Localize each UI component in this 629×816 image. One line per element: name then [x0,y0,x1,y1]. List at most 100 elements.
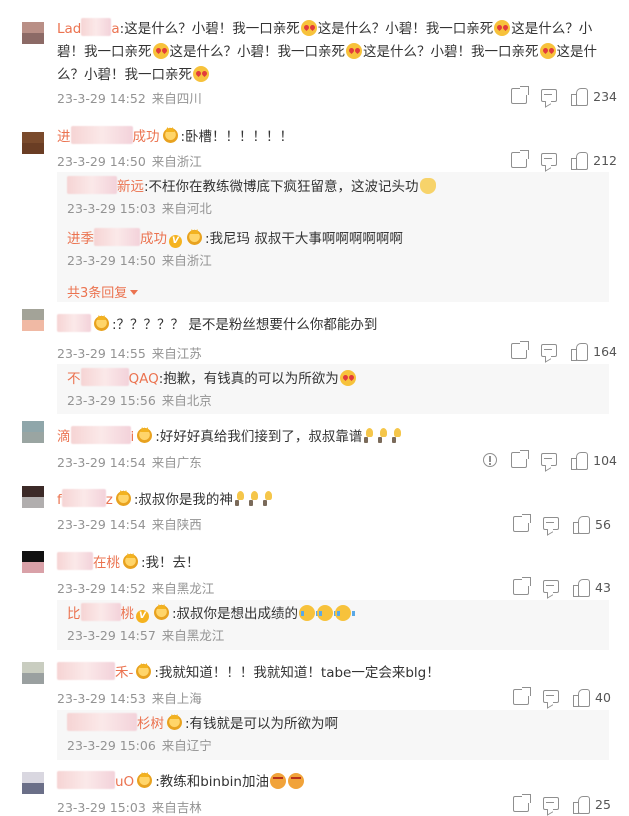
avatar[interactable] [22,421,44,443]
reply-username[interactable]: 新远 [67,176,144,195]
comment-icon[interactable] [543,689,559,703]
like-count: 164 [593,343,617,359]
share-icon[interactable] [511,341,530,359]
reply-block: 杉树 :有钱就是可以为所欲为啊 23-3-29 15:06 来自辽宁 [57,710,609,760]
heart-eyes-emoji-icon [494,20,511,36]
avatar[interactable] [22,309,44,331]
share-icon[interactable] [513,687,531,705]
like-icon[interactable] [573,796,590,814]
comment-date: 23-3-29 14:54 [57,517,146,532]
reply-meta: 23-3-29 15:03 来自河北 [67,198,601,220]
reply-meta: 23-3-29 15:06 来自辽宁 [67,735,601,757]
share-icon[interactable] [511,86,530,104]
like-icon[interactable] [571,343,589,361]
username[interactable]: 滴i [57,426,134,445]
comment-icon[interactable] [543,516,559,530]
fighting-emoji-icon [288,773,304,789]
avatar[interactable] [22,22,44,44]
comment-body: :我！去！ [141,555,200,571]
comment-location: 来自黑龙江 [151,581,215,596]
comment-text: 在桃 :我！去！ [57,552,609,575]
avatar[interactable] [22,132,44,154]
thumbs-up-emoji-icon [234,491,246,507]
reply-username[interactable]: 杉树 [67,713,164,732]
like-icon[interactable] [571,152,589,170]
reply-text: :我尼玛 叔叔干大事啊啊啊啊啊啊 [205,231,403,247]
comment-icon[interactable] [541,88,558,102]
fan-badge-icon [162,128,178,143]
like-icon[interactable] [573,579,590,597]
reply-date: 23-3-29 14:57 [67,628,156,643]
username[interactable]: 进成功 [57,126,160,145]
comment-icon[interactable] [541,452,558,466]
avatar[interactable] [22,662,44,684]
comment-icon[interactable] [543,579,559,593]
username[interactable]: 在桃 [57,552,120,571]
reply-block: 比桃 V:叔叔你是想出成绩的 23-3-29 14:57 来自黑龙江 [57,600,609,650]
like-icon[interactable] [573,516,590,534]
fan-badge-icon [137,428,153,443]
username[interactable]: uO [57,771,134,790]
comment-body: :教练和binbin加油 [155,774,269,790]
comment-meta: 23-3-29 15:03 来自吉林 [57,797,208,816]
like-icon[interactable] [573,689,590,707]
like-count: 56 [595,516,611,532]
reply-date: 23-3-29 15:03 [67,201,156,216]
comment-icon[interactable] [541,152,558,166]
comment-body: :？？？？？ 是不是粉丝想要什么你都能办到 [112,317,378,333]
avatar[interactable] [22,772,44,794]
avatar[interactable] [22,551,44,573]
crying-emoji-icon [317,605,338,621]
reply: 不 QAQ:抱歉，有钱真的可以为所欲为 23-3-29 15:56 来自北京 [67,368,601,412]
comment-meta: 23-3-29 14:50 来自浙江 [57,151,208,170]
comment-text: 滴 i:好好好真给我们接到了，叔叔靠谱 [57,426,609,449]
like-icon[interactable] [571,88,589,106]
comment-location: 来自上海 [151,691,202,706]
thumbs-up-emoji-icon [377,428,389,444]
share-icon[interactable] [513,577,531,595]
username[interactable]: fz [57,489,113,508]
reply-username[interactable]: 进季 成功 [67,228,167,247]
reply-username[interactable]: 不 QAQ [67,368,159,387]
report-icon[interactable] [483,453,498,467]
comment-actions: 56 [499,514,617,534]
reply-location: 来自黑龙江 [161,628,225,643]
fighting-emoji-icon [270,773,286,789]
like-count: 25 [595,796,611,812]
fan-badge-icon [123,554,138,569]
reply-username[interactable]: 比桃 [67,603,134,622]
reply-text: :不枉你在教练微博底下疯狂留意，这波记头功 [144,179,419,195]
like-count: 104 [593,452,617,468]
avatar[interactable] [22,486,44,508]
comment-location: 来自广东 [151,455,202,470]
comment-meta: 23-3-29 14:53 来自上海 [57,688,208,707]
reply-text: :叔叔你是想出成绩的 [172,606,299,622]
like-icon[interactable] [571,452,589,470]
comment-date: 23-3-29 14:52 [57,91,146,106]
comment-actions: 212 [497,150,617,170]
like-count: 43 [595,579,611,595]
thumbs-up-emoji-icon [262,491,274,507]
username[interactable]: 禾- [57,662,133,681]
reply-date: 23-3-29 14:50 [67,253,156,268]
username[interactable]: Lad a [57,18,120,37]
share-icon[interactable] [513,794,531,812]
fan-badge-icon [137,773,153,788]
comment-date: 23-3-29 14:52 [57,581,146,596]
fan-badge-icon [167,715,182,730]
verified-icon: V [169,235,182,248]
comment-icon[interactable] [543,796,559,810]
share-icon[interactable] [511,450,530,468]
more-replies-link[interactable]: 共3条回复 [67,282,138,301]
share-icon[interactable] [513,514,531,532]
comment-text: 进成功:卧槽！！！！！！ [57,126,609,149]
comment-actions: 40 [499,687,617,707]
share-icon[interactable] [511,150,530,168]
username[interactable] [57,314,91,333]
comment-icon[interactable] [541,343,558,357]
comment-location: 来自四川 [151,91,202,106]
reply-meta: 23-3-29 15:56 来自北京 [67,390,601,412]
comment-actions: 234 [497,86,617,106]
reply-text: :有钱就是可以为所欲为啊 [185,716,339,732]
reply-meta: 23-3-29 14:50 来自浙江 [67,250,601,272]
